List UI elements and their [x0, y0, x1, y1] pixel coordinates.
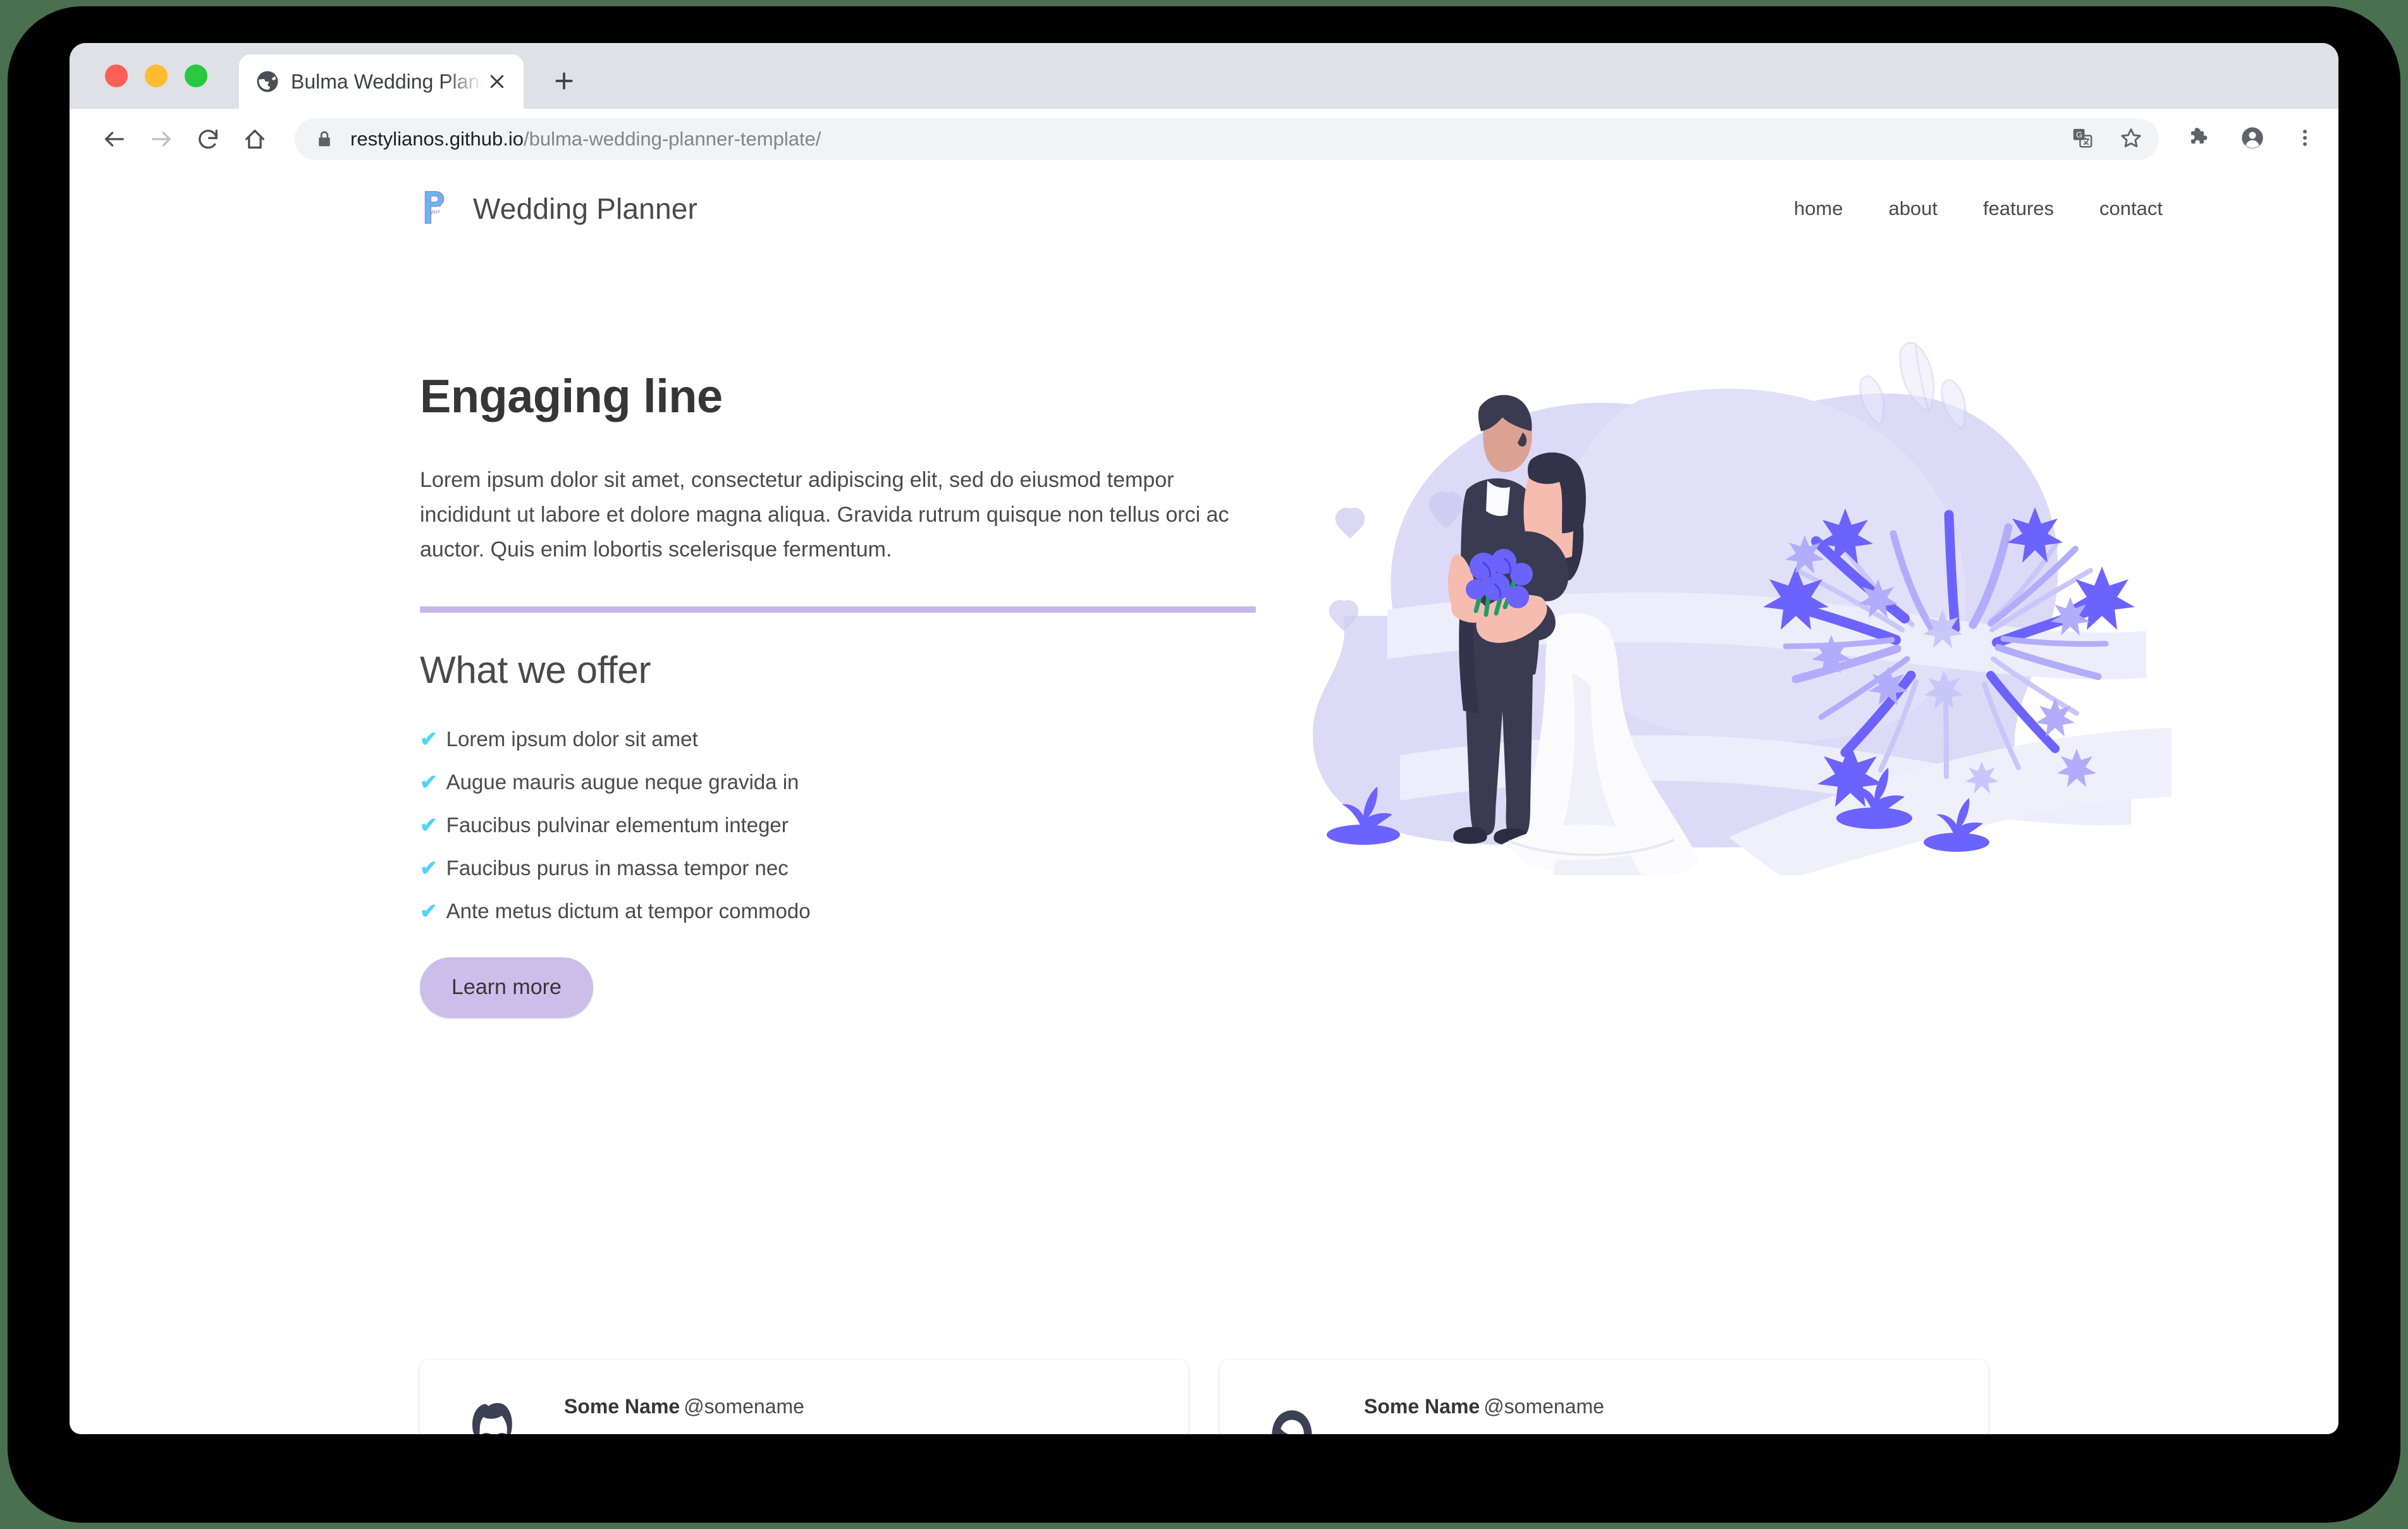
testimonial-handle: @somename — [1484, 1395, 1604, 1418]
check-icon: ✔ — [420, 856, 438, 880]
testimonial-card: Some Name@somename Pellentesque nec nam … — [420, 1360, 1188, 1434]
nav-link-home[interactable]: home — [1783, 191, 1855, 226]
list-item: ✔ Faucibus purus in massa tempor nec — [420, 857, 1261, 878]
maximize-window-button[interactable] — [185, 64, 207, 87]
nav-link-contact[interactable]: contact — [2088, 191, 2174, 226]
hero-content: Engaging line Lorem ipsum dolor sit amet… — [420, 363, 1261, 1018]
three-dot-menu-icon[interactable] — [2294, 127, 2316, 152]
wedding-couple-fireworks-illustration — [1312, 342, 2172, 875]
list-item: ✔ Faucibus pulvinar elementum integer — [420, 814, 1261, 835]
lock-icon — [315, 130, 334, 149]
p-monogram-logo — [420, 189, 454, 229]
close-window-button[interactable] — [105, 64, 128, 87]
tab-title: Bulma Wedding Planner Template — [291, 70, 484, 93]
check-icon: ✔ — [420, 770, 438, 794]
browser-tab[interactable]: Bulma Wedding Planner Template — [239, 54, 524, 109]
hero-section: Engaging line Lorem ipsum dolor sit amet… — [70, 342, 2338, 1018]
star-icon[interactable] — [2120, 126, 2142, 152]
testimonial-body: Some Name@somename Libero id faucibus ni… — [1341, 1389, 1955, 1434]
globe-icon — [255, 70, 280, 94]
testimonial-card: Some Name@somename Libero id faucibus ni… — [1220, 1360, 1988, 1434]
list-item: ✔ Lorem ipsum dolor sit amet — [420, 728, 1261, 749]
testimonial-text: Pellentesque nec nam aliquam sem et tort… — [564, 1432, 1155, 1434]
translate-icon[interactable]: G — [2072, 127, 2093, 152]
site-brand-title: Wedding Planner — [473, 192, 698, 225]
hero-paragraph: Lorem ipsum dolor sit amet, consectetur … — [420, 467, 1229, 562]
site-brand[interactable]: Wedding Planner — [420, 189, 697, 229]
address-bar[interactable]: restylianos.github.io/bulma-wedding-plan… — [295, 118, 2159, 160]
home-icon[interactable] — [231, 116, 278, 163]
url-path: /bulma-wedding-planner-template/ — [524, 128, 821, 150]
testimonial-header: Some Name @somename — [564, 1395, 1155, 1418]
reload-icon[interactable] — [185, 116, 231, 163]
list-item-label: Augue mauris augue neque gravida in — [446, 770, 799, 794]
address-bar-url: restylianos.github.io/bulma-wedding-plan… — [350, 128, 821, 150]
list-item-label: Faucibus purus in massa tempor nec — [446, 856, 789, 880]
list-item: ✔ Augue mauris augue neque gravida in — [420, 771, 1261, 792]
offer-section-title: What we offer — [420, 648, 651, 691]
browser-tab-strip: Bulma Wedding Planner Template — [70, 43, 2338, 109]
list-item-label: Ante metus dictum at tempor commodo — [446, 899, 811, 923]
url-domain: restylianos.github.io — [350, 128, 524, 150]
toolbar-right-actions — [2187, 125, 2316, 154]
offer-list: ✔ Lorem ipsum dolor sit amet ✔ Augue mau… — [420, 728, 1261, 921]
hero-illustration-wrapper — [1286, 319, 2263, 1018]
browser-toolbar: restylianos.github.io/bulma-wedding-plan… — [70, 109, 2338, 169]
testimonials-section: Some Name@somename Pellentesque nec nam … — [420, 1360, 1988, 1434]
account-icon[interactable] — [2240, 125, 2265, 154]
testimonial-text: Libero id faucibus nisl tincidunt eget. … — [1364, 1432, 1955, 1434]
back-arrow-icon[interactable] — [91, 116, 138, 163]
window-traffic-lights — [105, 64, 207, 87]
divider — [420, 606, 1256, 613]
list-item: ✔ Ante metus dictum at tempor commodo — [420, 900, 1261, 921]
browser-window: Bulma Wedding Planner Template — [70, 43, 2338, 1434]
bearded-man-avatar — [472, 1403, 512, 1434]
testimonial-name: Some Name — [1364, 1395, 1480, 1418]
check-icon: ✔ — [420, 813, 438, 837]
site-nav-links: home about features contact — [1783, 191, 2174, 226]
close-icon[interactable] — [484, 69, 510, 94]
list-item-label: Faucibus pulvinar elementum integer — [446, 813, 789, 837]
forward-arrow-icon[interactable] — [138, 116, 185, 163]
site-navbar: Wedding Planner home about features cont… — [70, 169, 2338, 248]
nav-link-about[interactable]: about — [1877, 191, 1949, 226]
check-icon: ✔ — [420, 727, 438, 751]
long-hair-woman-avatar — [1272, 1410, 1312, 1434]
minimize-window-button[interactable] — [145, 64, 168, 87]
learn-more-button[interactable]: Learn more — [420, 957, 593, 1018]
testimonial-header: Some Name @somename — [1364, 1395, 1955, 1418]
testimonial-name: Some Name — [564, 1395, 680, 1418]
puzzle-icon[interactable] — [2187, 126, 2211, 153]
page-title: Engaging line — [420, 370, 723, 422]
testimonial-body: Some Name@somename Pellentesque nec nam … — [541, 1389, 1155, 1434]
nav-link-features[interactable]: features — [1972, 191, 2065, 226]
omnibox-actions: G — [2053, 126, 2142, 152]
page-viewport: Wedding Planner home about features cont… — [70, 169, 2338, 1434]
svg-text:G: G — [2076, 130, 2082, 139]
testimonial-handle: @somename — [684, 1395, 804, 1418]
list-item-label: Lorem ipsum dolor sit amet — [446, 727, 698, 751]
check-icon: ✔ — [420, 899, 438, 923]
new-tab-button[interactable] — [545, 62, 583, 100]
